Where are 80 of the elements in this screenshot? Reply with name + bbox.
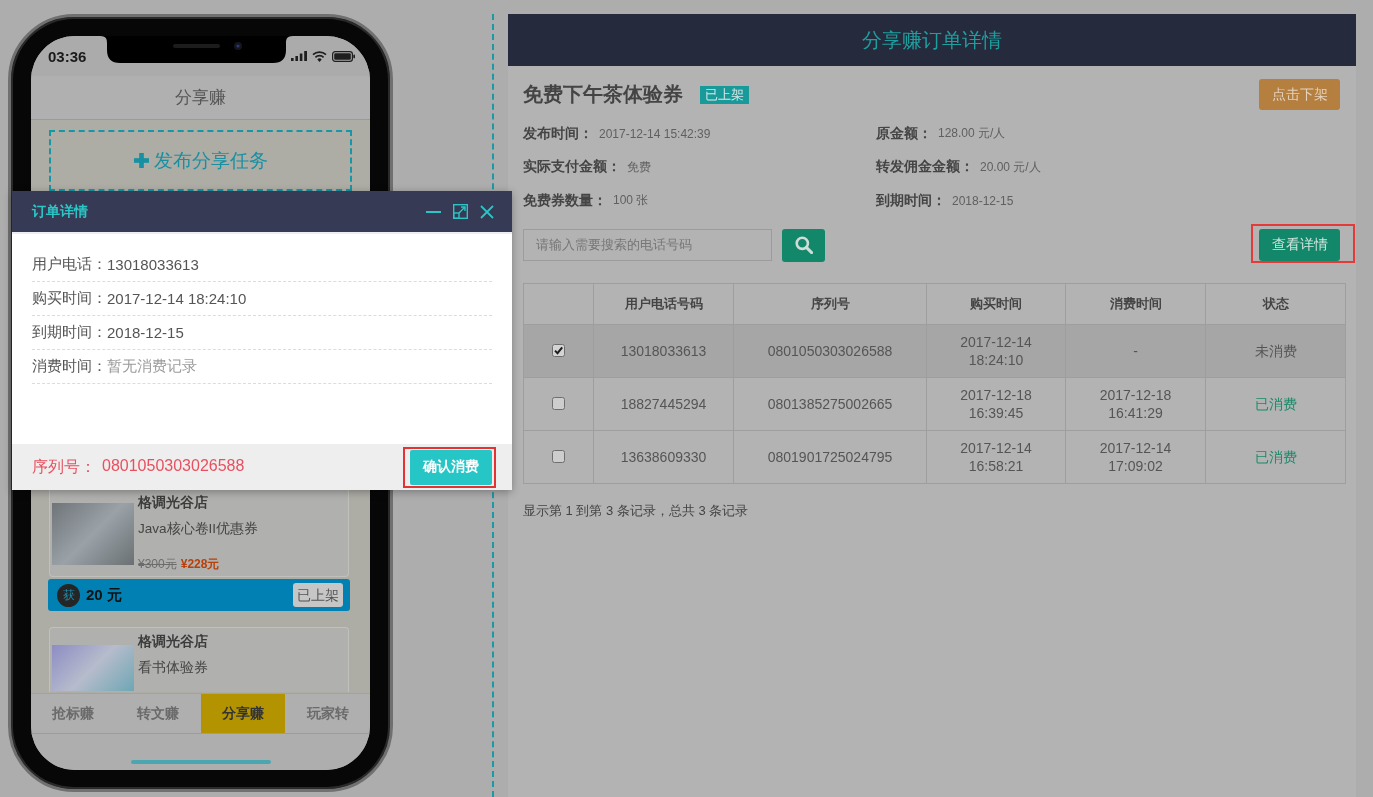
table-row[interactable]: 18827445294 0801385275002665 2017-12-18 16:39:45 2017-12-18 16:41:29 已消费 bbox=[523, 377, 1346, 430]
status-badge: 已上架 bbox=[700, 85, 749, 104]
info-label: 到期时间： bbox=[876, 191, 946, 210]
column-header: 消费时间 bbox=[1109, 295, 1162, 311]
search-button[interactable] bbox=[782, 228, 825, 262]
serial-label: 序列号： bbox=[32, 456, 96, 477]
table-cell: 18827445294 bbox=[620, 394, 707, 413]
sale-price: ¥228元 bbox=[180, 557, 220, 571]
table-cell: 0801050303026588 bbox=[767, 341, 893, 360]
listed-badge: 已上架 bbox=[293, 583, 343, 607]
nav-title: 分享赚 bbox=[175, 87, 226, 109]
column-header: 购买时间 bbox=[970, 295, 1022, 311]
records-summary: 显示第 1 到第 3 条记录，总共 3 条记录 bbox=[523, 501, 750, 520]
info-label: 实际支付金额： bbox=[523, 158, 621, 177]
table-cell: - bbox=[1133, 341, 1138, 360]
signal-icon bbox=[291, 51, 307, 61]
table-cell-text: 2017-12-14 18:24:10 bbox=[959, 332, 1033, 369]
confirm-button[interactable]: 确认消费 bbox=[410, 449, 492, 485]
shop-name: 格调光谷店 bbox=[138, 633, 208, 649]
table-cell-text: 2017-12-14 16:58:21 bbox=[959, 438, 1033, 475]
dialog-title: 订单详情 bbox=[32, 202, 88, 221]
info-label: 转发佣金金额： bbox=[876, 158, 974, 177]
serial-value: 0801050303026588 bbox=[102, 456, 245, 476]
panel-title: 分享赚订单详情 bbox=[862, 27, 1002, 53]
tab-item[interactable]: 分享赚 bbox=[200, 694, 286, 733]
product-name: 免费下午茶体验券 bbox=[523, 82, 683, 107]
close-icon[interactable] bbox=[480, 204, 494, 219]
info-value: 100 张 bbox=[613, 192, 649, 210]
reward-amount: 20 元 bbox=[86, 585, 122, 605]
table-cell-text: 2017-12-18 16:41:29 bbox=[1098, 385, 1173, 422]
search-icon bbox=[794, 236, 813, 254]
coupon-title: 看书体验券 bbox=[138, 660, 208, 676]
status-text: 已消费 bbox=[1254, 394, 1297, 413]
earn-badge: 获 bbox=[57, 583, 80, 607]
column-header: 用户电话号码 bbox=[624, 295, 703, 311]
field-value: 2017-12-14 18:24:10 bbox=[107, 290, 247, 307]
coupon-card[interactable]: 格调光谷店 看书体验券 bbox=[49, 627, 349, 692]
coupon-title: Java核心卷II优惠券 bbox=[138, 521, 259, 537]
plus-icon bbox=[133, 153, 149, 168]
details-button[interactable]: 查看详情 bbox=[1259, 228, 1340, 261]
info-value: 2017-12-14 15:42:39 bbox=[599, 126, 711, 141]
checkbox[interactable] bbox=[552, 450, 565, 463]
table-cell: 13638609330 bbox=[620, 447, 707, 466]
table-cell-text: 2017-12-18 16:39:45 bbox=[959, 385, 1033, 422]
status-text: 已消费 bbox=[1254, 447, 1297, 466]
coupon-card[interactable]: 格调光谷店 Java核心卷II优惠券 ¥300元 ¥228元 bbox=[49, 489, 349, 577]
original-price: ¥300元 bbox=[138, 557, 177, 571]
tab-item[interactable]: 玩家转 bbox=[285, 694, 370, 733]
delist-button[interactable]: 点击下架 bbox=[1259, 79, 1340, 110]
table-cell: 0801901725024795 bbox=[767, 447, 893, 466]
shop-name: 格调光谷店 bbox=[138, 494, 208, 510]
field-label: 用户电话： bbox=[32, 255, 107, 274]
tab-item[interactable]: 转文赚 bbox=[115, 694, 201, 733]
table-row[interactable]: 13638609330 0801901725024795 2017-12-14 16:58:21 2017-12-14 17:09:02 已消费 bbox=[523, 430, 1346, 483]
table-cell-text: 2017-12-14 17:09:02 bbox=[1098, 438, 1173, 475]
field-label: 购买时间： bbox=[32, 289, 107, 308]
info-label: 免费券数量： bbox=[523, 191, 607, 210]
maximize-icon[interactable] bbox=[453, 204, 468, 219]
info-label: 原金额： bbox=[876, 124, 932, 143]
checkbox[interactable] bbox=[552, 397, 565, 410]
table-cell: 13018033613 bbox=[620, 341, 707, 360]
field-label: 消费时间： bbox=[32, 357, 107, 376]
status-time: 03:36 bbox=[48, 47, 87, 65]
status-text: 未消费 bbox=[1254, 341, 1297, 360]
column-header: 状态 bbox=[1262, 295, 1289, 311]
info-value: 免费 bbox=[627, 158, 651, 176]
battery-icon bbox=[332, 50, 355, 62]
field-label: 到期时间： bbox=[32, 323, 107, 342]
info-value: 2018-12-15 bbox=[952, 193, 1014, 208]
tab-item[interactable]: 抢标赚 bbox=[31, 694, 116, 733]
table-row[interactable]: 13018033613 0801050303026588 2017-12-14 18:24:10 - 未消费 bbox=[523, 324, 1346, 377]
field-value: 2018-12-15 bbox=[107, 324, 184, 341]
table-cell: 0801385275002665 bbox=[767, 394, 893, 413]
info-value: 128.00 元/人 bbox=[938, 125, 1006, 143]
wifi-icon bbox=[312, 50, 327, 62]
info-value: 20.00 元/人 bbox=[980, 158, 1041, 176]
field-value: 13018033613 bbox=[107, 256, 199, 273]
checkbox[interactable] bbox=[552, 344, 565, 357]
info-label: 发布时间： bbox=[523, 124, 593, 143]
column-header: 序列号 bbox=[810, 295, 850, 311]
